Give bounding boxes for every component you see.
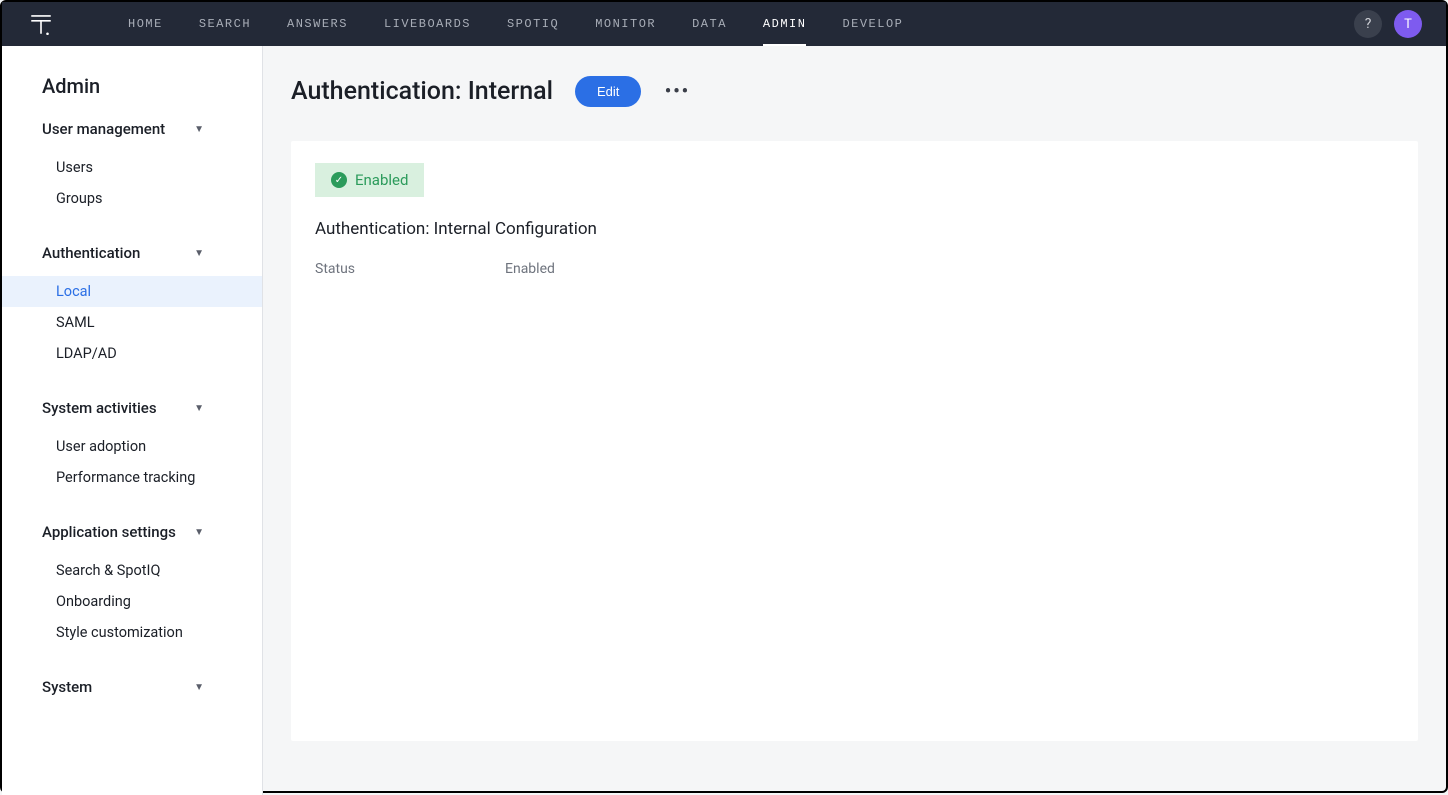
logo-icon[interactable]	[26, 8, 62, 40]
sidebar-group-label: Application settings	[42, 523, 176, 541]
sidebar-item-ldap-ad[interactable]: LDAP/AD	[2, 338, 262, 369]
sidebar-group-user-management[interactable]: User management ▼	[2, 120, 262, 138]
sidebar-group-application-settings[interactable]: Application settings ▼	[2, 523, 262, 541]
edit-button[interactable]: Edit	[575, 76, 641, 107]
sidebar: Admin User management ▼ UsersGroups Authent…	[2, 46, 263, 795]
config-card: ✓ Enabled Authentication: Internal Confi…	[291, 141, 1418, 741]
sidebar-item-groups[interactable]: Groups	[2, 183, 262, 214]
sidebar-item-local[interactable]: Local	[2, 276, 262, 307]
status-badge-text: Enabled	[355, 171, 408, 189]
top-nav: HOMESEARCHANSWERSLIVEBOARDSSPOTIQMONITOR…	[2, 2, 1446, 46]
content-area: Authentication: Internal Edit ••• ✓ Enab…	[263, 46, 1446, 795]
chevron-down-icon: ▼	[194, 682, 204, 693]
page-title: Authentication: Internal	[291, 77, 553, 106]
sidebar-item-search-spotiq[interactable]: Search & SpotIQ	[2, 555, 262, 586]
nav-item-search[interactable]: SEARCH	[181, 2, 269, 46]
sidebar-item-style-customization[interactable]: Style customization	[2, 617, 262, 648]
sidebar-group-authentication[interactable]: Authentication ▼	[2, 244, 262, 262]
nav-item-monitor[interactable]: MONITOR	[577, 2, 674, 46]
chevron-down-icon: ▼	[194, 403, 204, 414]
sidebar-group-label: Authentication	[42, 244, 140, 262]
sidebar-group-label: System	[42, 678, 92, 696]
nav-item-liveboards[interactable]: LIVEBOARDS	[366, 2, 489, 46]
more-menu-button[interactable]: •••	[663, 78, 691, 106]
sidebar-group-system-activities[interactable]: System activities ▼	[2, 399, 262, 417]
help-button[interactable]: ?	[1354, 10, 1382, 38]
status-label: Status	[315, 261, 465, 277]
sidebar-item-saml[interactable]: SAML	[2, 307, 262, 338]
nav-item-data[interactable]: DATA	[674, 2, 745, 46]
sidebar-group-system[interactable]: System ▼	[2, 678, 262, 696]
sidebar-group-label: User management	[42, 120, 165, 138]
nav-item-home[interactable]: HOME	[110, 2, 181, 46]
nav-item-develop[interactable]: DEVELOP	[824, 2, 921, 46]
status-value: Enabled	[505, 261, 555, 277]
chevron-down-icon: ▼	[194, 124, 204, 135]
nav-item-answers[interactable]: ANSWERS	[269, 2, 366, 46]
status-badge: ✓ Enabled	[315, 163, 424, 197]
config-heading: Authentication: Internal Configuration	[315, 219, 1394, 239]
sidebar-item-onboarding[interactable]: Onboarding	[2, 586, 262, 617]
sidebar-item-users[interactable]: Users	[2, 152, 262, 183]
nav-item-spotiq[interactable]: SPOTIQ	[489, 2, 577, 46]
nav-item-admin[interactable]: ADMIN	[745, 2, 825, 46]
sidebar-title: Admin	[2, 74, 262, 98]
avatar[interactable]: T	[1394, 10, 1422, 38]
check-circle-icon: ✓	[331, 172, 347, 188]
chevron-down-icon: ▼	[194, 527, 204, 538]
chevron-down-icon: ▼	[194, 248, 204, 259]
sidebar-item-user-adoption[interactable]: User adoption	[2, 431, 262, 462]
sidebar-group-label: System activities	[42, 399, 157, 417]
sidebar-item-performance-tracking[interactable]: Performance tracking	[2, 462, 262, 493]
